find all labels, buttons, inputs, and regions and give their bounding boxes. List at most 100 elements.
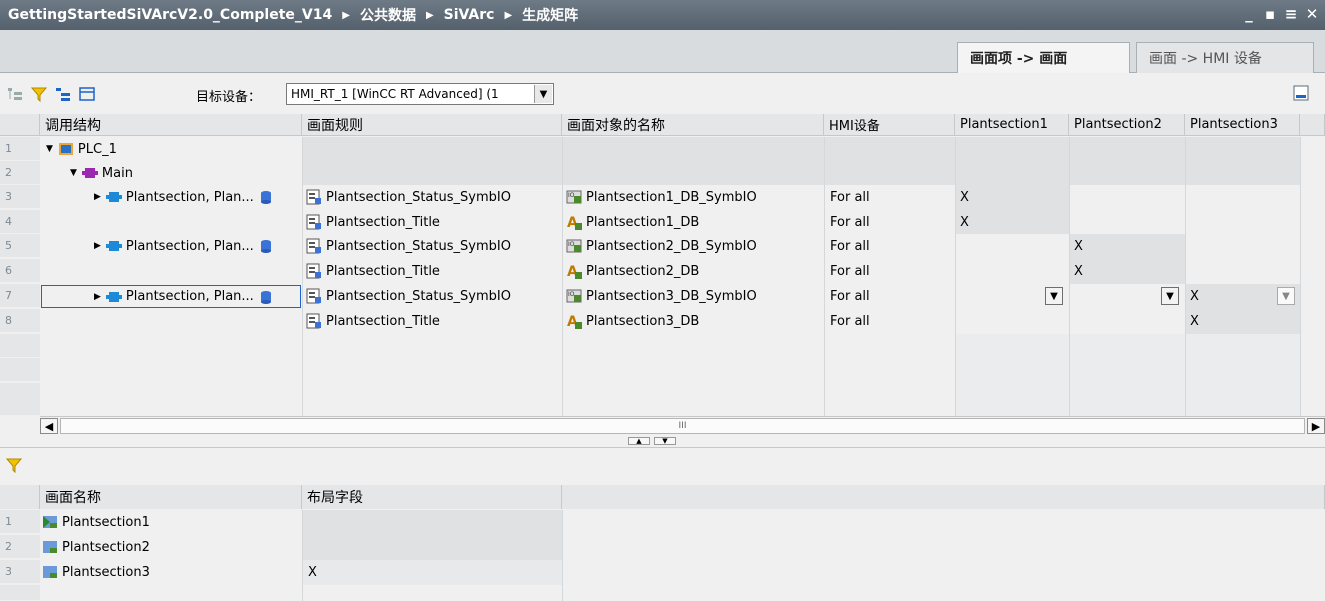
rule-cell[interactable]: Plantsection_Status_SymbIO	[306, 234, 562, 258]
layout-field-cell[interactable]: X	[308, 560, 558, 584]
target-device-value: HMI_RT_1 [WinCC RT Advanced] (1	[291, 87, 499, 101]
scroll-thumb[interactable]: III	[60, 418, 1305, 434]
filter-icon[interactable]	[5, 457, 23, 477]
tab-screens-to-hmi-devices[interactable]: 画面 -> HMI 设备	[1136, 42, 1314, 73]
database-icon	[260, 240, 271, 253]
breadcrumb-sivarc[interactable]: SiVArc	[444, 7, 495, 23]
target-device-select[interactable]: HMI_RT_1 [WinCC RT Advanced] (1 ▼	[286, 83, 554, 105]
symbolic-io-icon: IO	[566, 289, 582, 303]
close-icon[interactable]: ✕	[1305, 5, 1319, 23]
collapse-all-icon[interactable]	[78, 85, 96, 103]
svg-text:IO: IO	[568, 192, 575, 199]
tab-bar: 画面项 -> 画面 画面 -> HMI 设备	[0, 30, 1325, 73]
object-text: Plantsection3_DB_SymbIO	[586, 288, 757, 304]
breadcrumb-matrix: 生成矩阵	[522, 8, 579, 24]
table-row[interactable]: ▼ Main	[70, 161, 302, 185]
device-cell[interactable]: For all	[830, 234, 950, 258]
list-item[interactable]: Plantsection3	[42, 560, 300, 584]
expand-all-icon[interactable]	[54, 85, 72, 103]
header-rownum	[0, 114, 40, 136]
column-header-rule[interactable]: 画面规则	[302, 114, 562, 136]
float-icon[interactable]: ▪	[1263, 5, 1277, 23]
chevron-down-icon[interactable]: ▼	[1161, 287, 1179, 305]
matrix-cell-p3[interactable]: X	[1190, 309, 1290, 333]
chevron-down-icon[interactable]: ▼	[1277, 287, 1295, 305]
svg-text:IO: IO	[568, 241, 575, 248]
tree-view-icon[interactable]	[6, 85, 24, 103]
expand-triangle-icon[interactable]: ▼	[46, 144, 53, 154]
column-header-plantsection2[interactable]: Plantsection2	[1069, 114, 1185, 136]
scroll-left-icon[interactable]: ◀	[40, 418, 58, 434]
device-cell[interactable]: For all	[830, 284, 950, 308]
object-cell[interactable]: IO Plantsection1_DB_SymbIO	[566, 185, 824, 209]
splitter-down-icon[interactable]: ▼	[654, 437, 676, 445]
splitter[interactable]: ▲ ▼	[0, 434, 1325, 448]
screen-rule-icon	[306, 214, 321, 230]
rule-cell[interactable]: Plantsection_Title	[306, 259, 562, 283]
horizontal-scrollbar[interactable]: ◀ III ▶	[40, 416, 1325, 434]
column-header-plantsection1[interactable]: Plantsection1	[955, 114, 1069, 136]
tab-screen-items-to-screens[interactable]: 画面项 -> 画面	[957, 42, 1130, 73]
filter-icon[interactable]	[30, 85, 48, 103]
grid-line	[562, 510, 563, 601]
column-header-object-name[interactable]: 画面对象的名称	[562, 114, 824, 136]
matrix-cell-p1[interactable]: X	[960, 185, 1060, 209]
table-row[interactable]: ▼ PLC_1	[46, 137, 302, 161]
device-cell[interactable]: For all	[830, 185, 950, 209]
breadcrumb-common-data[interactable]: 公共数据	[360, 5, 416, 25]
matrix-cell-p3[interactable]: X	[1190, 284, 1270, 308]
device-cell[interactable]: For all	[830, 309, 950, 333]
fb-block-icon	[105, 192, 122, 202]
screen-rule-icon	[306, 288, 321, 304]
matrix-cell-p1[interactable]: X	[960, 210, 1060, 234]
breadcrumb-project[interactable]: GettingStartedSiVArcV2.0_Complete_V14	[8, 7, 332, 23]
device-cell[interactable]: For all	[830, 259, 950, 283]
collapse-triangle-icon[interactable]: ▶	[94, 292, 101, 302]
object-cell[interactable]: A Plantsection2_DB	[566, 259, 824, 283]
object-cell[interactable]: A Plantsection3_DB	[566, 309, 824, 333]
rule-cell[interactable]: Plantsection_Title	[306, 210, 562, 234]
table-row[interactable]: ▶ Plantsection, Plan...	[94, 185, 302, 209]
collapse-triangle-icon[interactable]: ▶	[94, 241, 101, 251]
minimize-icon[interactable]: _	[1242, 5, 1256, 23]
grid-line	[1185, 137, 1186, 416]
chevron-down-icon[interactable]: ▼	[1045, 287, 1063, 305]
column-header-screen-name[interactable]: 画面名称	[40, 485, 302, 509]
rule-cell[interactable]: Plantsection_Status_SymbIO	[306, 284, 562, 308]
column-header-hmi-device[interactable]: HMI设备	[824, 114, 955, 136]
scroll-right-icon[interactable]: ▶	[1307, 418, 1325, 434]
list-item[interactable]: Plantsection2	[42, 535, 300, 559]
maximize-icon[interactable]: ≡	[1284, 5, 1298, 23]
rule-cell[interactable]: Plantsection_Status_SymbIO	[306, 185, 562, 209]
structure-name: PLC_1	[77, 141, 117, 157]
column-header-plantsection3[interactable]: Plantsection3	[1185, 114, 1300, 136]
table-row-selected[interactable]: ▶ Plantsection, Plan...	[41, 285, 301, 308]
row-number: 7	[0, 284, 40, 308]
object-cell[interactable]: IO Plantsection2_DB_SymbIO	[566, 234, 824, 258]
breadcrumb: GettingStartedSiVArcV2.0_Complete_V14 ▶ …	[0, 5, 578, 25]
splitter-up-icon[interactable]: ▲	[628, 437, 650, 445]
screen-rule-icon	[306, 189, 321, 205]
object-cell[interactable]: IO Plantsection3_DB_SymbIO	[566, 284, 824, 308]
column-header-filler	[1300, 114, 1325, 136]
object-cell[interactable]: A Plantsection1_DB	[566, 210, 824, 234]
rule-cell[interactable]: Plantsection_Title	[306, 309, 562, 333]
table-row[interactable]: ▶ Plantsection, Plan...	[94, 234, 302, 258]
export-icon[interactable]	[1293, 85, 1309, 105]
rule-text: Plantsection_Status_SymbIO	[326, 238, 511, 254]
matrix-cell-p2[interactable]: X	[1074, 234, 1174, 258]
screen-name: Plantsection2	[62, 539, 150, 555]
expand-triangle-icon[interactable]: ▼	[70, 168, 77, 178]
row-number-empty	[0, 358, 40, 382]
text-field-icon: A	[567, 215, 582, 230]
grid-line	[562, 137, 563, 416]
column-header-layout-field[interactable]: 布局字段	[302, 485, 562, 509]
collapse-triangle-icon[interactable]: ▶	[94, 192, 101, 202]
structure-name: Plantsection, Plan...	[125, 189, 254, 205]
breadcrumb-separator-icon: ▶	[504, 9, 513, 21]
matrix-cell-p2[interactable]: X	[1074, 259, 1174, 283]
chevron-down-icon[interactable]: ▼	[534, 85, 552, 103]
column-header-structure[interactable]: 调用结构	[40, 114, 302, 136]
device-cell[interactable]: For all	[830, 210, 950, 234]
list-item[interactable]: Plantsection1	[42, 510, 300, 534]
